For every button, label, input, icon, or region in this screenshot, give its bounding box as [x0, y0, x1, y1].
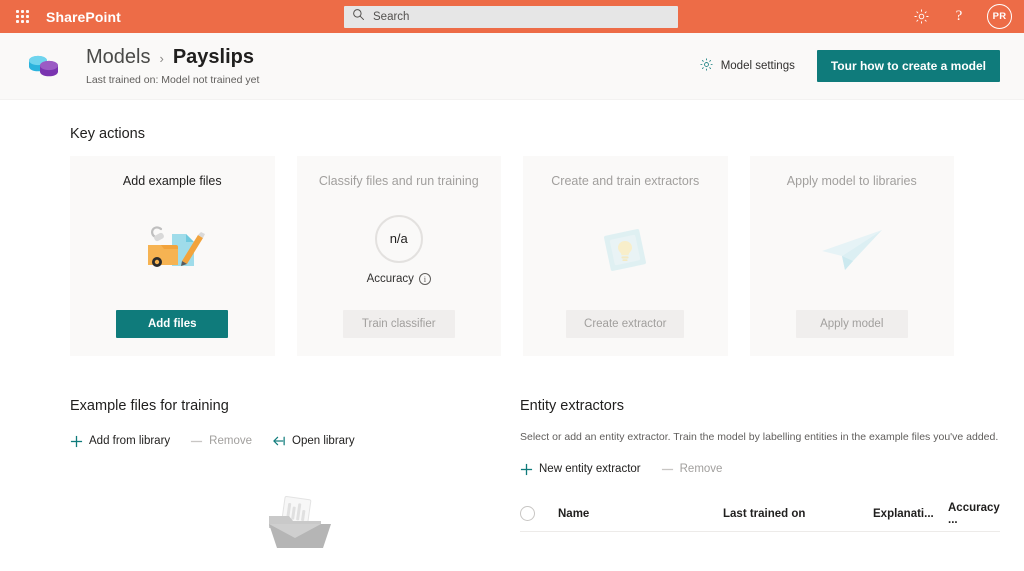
sharepoint-brand-label[interactable]: SharePoint [46, 9, 121, 25]
waffle-menu-icon[interactable] [12, 7, 32, 27]
accuracy-gauge-block: n/a Accuracy i [367, 189, 431, 310]
help-question-icon[interactable]: ? [949, 7, 969, 27]
avatar[interactable]: PR [987, 4, 1012, 29]
gear-icon[interactable] [911, 7, 931, 27]
card-title: Apply model to libraries [787, 174, 917, 189]
paper-plane-illustration [760, 189, 945, 310]
minus-icon [190, 435, 203, 448]
info-icon[interactable]: i [419, 273, 431, 285]
command-label: Remove [209, 435, 252, 447]
suite-bar: SharePoint ? PR [0, 0, 1024, 33]
column-header-last-trained-on[interactable]: Last trained on [723, 508, 873, 520]
empty-folder-illustration [259, 492, 331, 559]
last-trained-subtitle: Last trained on: Model not trained yet [86, 74, 259, 86]
table-header-row: Name Last trained on Explanati... Accura… [520, 496, 1000, 532]
accuracy-label: Accuracy [367, 273, 414, 285]
plus-icon [520, 463, 533, 476]
lightbulb-card-illustration [533, 189, 718, 310]
main-content: Key actions Add example files [0, 100, 1024, 571]
column-header-explanations[interactable]: Explanati... [873, 508, 948, 520]
accuracy-gauge: n/a [375, 215, 423, 263]
search-input[interactable] [373, 6, 670, 28]
breadcrumb-models-link[interactable]: Models [86, 47, 150, 67]
command-label: New entity extractor [539, 463, 641, 475]
column-header-name[interactable]: Name [558, 508, 723, 520]
card-create-extractors[interactable]: Create and train extractors Create extra… [523, 156, 728, 356]
column-header-accuracy[interactable]: Accuracy ... [948, 502, 1000, 526]
example-files-panel: Example files for training Add from libr… [70, 398, 520, 571]
tour-button[interactable]: Tour how to create a model [817, 50, 1000, 82]
add-files-button[interactable]: Add files [116, 310, 228, 338]
model-settings-label: Model settings [721, 60, 795, 72]
open-library-arrow-icon [272, 435, 286, 447]
entity-extractors-heading: Entity extractors [520, 398, 1000, 414]
apply-model-button[interactable]: Apply model [796, 310, 908, 338]
gear-icon [699, 57, 714, 75]
create-extractor-button[interactable]: Create extractor [566, 310, 684, 338]
page-header: Models › Payslips Last trained on: Model… [0, 33, 1024, 100]
card-title: Classify files and run training [319, 174, 479, 189]
command-label: Open library [292, 435, 355, 447]
page-title: Payslips [173, 47, 254, 67]
add-from-library-command[interactable]: Add from library [70, 435, 170, 448]
plus-icon [70, 435, 83, 448]
card-title: Create and train extractors [551, 174, 699, 189]
entity-extractors-panel: Entity extractors Select or add an entit… [520, 398, 1000, 571]
select-all-circle-icon[interactable] [520, 506, 558, 521]
header-titles: Models › Payslips Last trained on: Model… [86, 47, 259, 86]
card-apply-model[interactable]: Apply model to libraries Apply model [750, 156, 955, 356]
example-files-empty-state: No documents yet. [70, 492, 520, 571]
search-icon [352, 8, 365, 26]
command-label: Add from library [89, 435, 170, 447]
key-actions-cards: Add example files Add files [70, 156, 954, 356]
example-files-heading: Example files for training [70, 398, 520, 414]
model-settings-button[interactable]: Model settings [699, 57, 795, 75]
lower-panels: Example files for training Add from libr… [70, 398, 954, 571]
header-actions: Model settings Tour how to create a mode… [699, 50, 1000, 82]
minus-icon [661, 463, 674, 476]
syntex-model-logo-icon [24, 46, 64, 86]
card-classify-and-train[interactable]: Classify files and run training n/a Accu… [297, 156, 502, 356]
files-folder-pencil-illustration [80, 189, 265, 310]
open-library-command[interactable]: Open library [272, 435, 355, 447]
accuracy-label-row: Accuracy i [367, 273, 431, 285]
breadcrumb: Models › Payslips [86, 47, 259, 67]
remove-files-command[interactable]: Remove [190, 435, 252, 448]
command-label: Remove [680, 463, 723, 475]
card-title: Add example files [123, 174, 222, 189]
train-classifier-button[interactable]: Train classifier [343, 310, 455, 338]
example-files-commandbar: Add from library Remove [70, 430, 520, 452]
search-box[interactable] [344, 6, 678, 28]
card-add-example-files[interactable]: Add example files Add files [70, 156, 275, 356]
suite-bar-actions: ? PR [911, 4, 1012, 29]
key-actions-title: Key actions [70, 126, 954, 142]
entity-extractors-description: Select or add an entity extractor. Train… [520, 430, 1000, 444]
chevron-right-icon: › [159, 52, 163, 65]
entity-extractors-commandbar: New entity extractor Remove [520, 458, 1000, 480]
entity-extractors-table: Name Last trained on Explanati... Accura… [520, 496, 1000, 532]
new-entity-extractor-command[interactable]: New entity extractor [520, 463, 641, 476]
remove-extractor-command[interactable]: Remove [661, 463, 723, 476]
